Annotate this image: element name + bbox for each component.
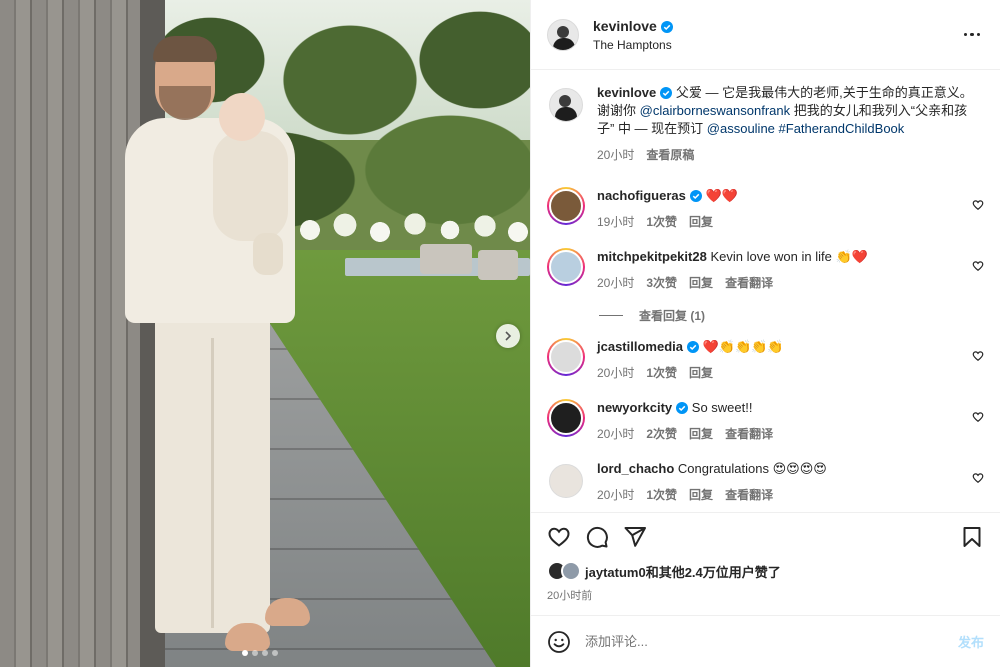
commenter-username[interactable]: newyorkcity (597, 400, 672, 415)
comments-list: kevinlove 父爱 — 它是我最伟大的老师,关于生命的真正意义。 谢谢你 … (531, 70, 1000, 512)
comment-time[interactable]: 19小时 (597, 213, 634, 230)
replies-divider (599, 315, 623, 316)
post-location[interactable]: The Hamptons (593, 38, 960, 52)
verified-badge-icon (676, 402, 689, 414)
share-send-icon[interactable] (623, 525, 647, 549)
comment-likes[interactable]: 3次赞 (646, 274, 677, 291)
author-username[interactable]: kevinlove (593, 18, 657, 34)
lounge-chair (478, 250, 518, 280)
likes-summary[interactable]: jaytatum0和其他2.4万位用户赞了 (547, 561, 984, 581)
verified-badge-icon (660, 20, 673, 33)
comment-item: newyorkcity So sweet!! 20小时 2次赞 回复 查看翻译 (547, 399, 984, 442)
carousel-dot (242, 650, 248, 656)
reply-button[interactable]: 回复 (689, 486, 713, 503)
next-photo-button[interactable] (496, 324, 520, 348)
comment-item: lord_chacho Congratulations 😍😍😍😍 20小时 1次赞回… (547, 460, 984, 503)
comment-text: ❤️👏👏👏👏 (702, 339, 784, 354)
reply-button[interactable]: 回复 (689, 213, 713, 230)
verified-badge-icon (689, 190, 702, 202)
author-avatar[interactable] (547, 18, 579, 51)
translate-link[interactable]: 查看翻译 (725, 274, 773, 291)
reply-button[interactable]: 回复 (689, 364, 713, 381)
comment-like-icon[interactable] (972, 199, 984, 211)
carousel-dot (252, 650, 258, 656)
comment-like-icon[interactable] (972, 260, 984, 272)
likes-text[interactable]: jaytatum0和其他2.4万位用户赞了 (585, 562, 781, 581)
mention-link[interactable]: @assouline (707, 121, 775, 136)
save-bookmark-icon[interactable] (960, 525, 984, 549)
commenter-username[interactable]: lord_chacho (597, 461, 674, 476)
comment-text: Congratulations 😍😍😍😍 (677, 461, 827, 476)
see-original-link[interactable]: 查看原稿 (646, 146, 694, 163)
comment-input[interactable] (585, 634, 958, 649)
comment-text: So sweet!! (691, 400, 753, 415)
comment-like-icon[interactable] (972, 472, 984, 484)
comment-item: jcastillomedia ❤️👏👏👏👏 20小时 1次赞 回复 (547, 338, 984, 381)
translate-link[interactable]: 查看翻译 (725, 486, 773, 503)
reply-button[interactable]: 回复 (689, 425, 713, 442)
post-caption: kevinlove 父爱 — 它是我最伟大的老师,关于生命的真正意义。 谢谢你 … (547, 84, 984, 163)
post-header: kevinlove The Hamptons (531, 0, 1000, 70)
mention-link[interactable]: @clairborneswansonfrank (640, 103, 791, 118)
add-comment-bar: 发布 (531, 615, 1000, 667)
carousel-dot (262, 650, 268, 656)
comment-likes[interactable]: 1次赞 (646, 364, 677, 381)
man-holding-baby (125, 36, 310, 663)
post-actions: jaytatum0和其他2.4万位用户赞了 20小时前 (531, 512, 1000, 603)
translate-link[interactable]: 查看翻译 (725, 425, 773, 442)
caption-time[interactable]: 20小时 (597, 146, 634, 163)
caption-username[interactable]: kevinlove (597, 85, 656, 100)
instagram-post: kevinlove The Hamptons kevinlove 父爱 — 它是… (0, 0, 1000, 667)
more-options-button[interactable] (960, 23, 984, 47)
liker-avatar (561, 561, 581, 581)
comment-like-icon[interactable] (972, 350, 984, 362)
comment-text: Kevin love won in life 👏❤️ (710, 249, 868, 264)
emoji-icon[interactable] (547, 630, 571, 654)
carousel-dot (272, 650, 278, 656)
verified-badge-icon (660, 87, 673, 99)
commenter-avatar[interactable] (549, 401, 583, 435)
post-comment-button[interactable]: 发布 (958, 632, 984, 651)
view-replies-label[interactable]: 查看回复 (1) (639, 307, 705, 324)
carousel-indicator (242, 650, 278, 656)
comment-like-icon[interactable] (972, 411, 984, 423)
comment-time[interactable]: 20小时 (597, 364, 634, 381)
like-heart-icon[interactable] (547, 525, 571, 549)
comment-icon[interactable] (585, 525, 609, 549)
reply-button[interactable]: 回复 (689, 274, 713, 291)
commenter-avatar[interactable] (549, 340, 583, 374)
post-time[interactable]: 20小时前 (547, 587, 984, 603)
comment-likes[interactable]: 1次赞 (646, 486, 677, 503)
comment-text: ❤️❤️ (705, 188, 738, 203)
comment-time[interactable]: 20小时 (597, 425, 634, 442)
more-dots-icon (963, 32, 968, 37)
view-replies-button[interactable]: 查看回复 (1) (599, 307, 984, 324)
commenter-avatar[interactable] (549, 189, 583, 223)
commenter-avatar[interactable] (549, 464, 583, 498)
commenter-username[interactable]: nachofigueras (597, 188, 686, 203)
chevron-right-icon (505, 331, 512, 341)
comment-item: nachofigueras ❤️❤️ 19小时 1次赞 回复 (547, 187, 984, 230)
commenter-username[interactable]: mitchpekitpekit28 (597, 249, 707, 264)
post-photo[interactable] (0, 0, 530, 667)
commenter-username[interactable]: jcastillomedia (597, 339, 683, 354)
comment-likes[interactable]: 2次赞 (646, 425, 677, 442)
hashtag-link[interactable]: #FatherandChildBook (779, 121, 905, 136)
post-side-panel: kevinlove The Hamptons kevinlove 父爱 — 它是… (530, 0, 1000, 667)
verified-badge-icon (686, 341, 699, 353)
commenter-avatar[interactable] (549, 250, 583, 284)
comment-time[interactable]: 20小时 (597, 486, 634, 503)
baby (213, 93, 293, 278)
comment-time[interactable]: 20小时 (597, 274, 634, 291)
comment-likes[interactable]: 1次赞 (646, 213, 677, 230)
caption-avatar[interactable] (549, 88, 583, 122)
comment-item: mitchpekitpekit28 Kevin love won in life… (547, 248, 984, 291)
lounge-chair (420, 244, 472, 274)
